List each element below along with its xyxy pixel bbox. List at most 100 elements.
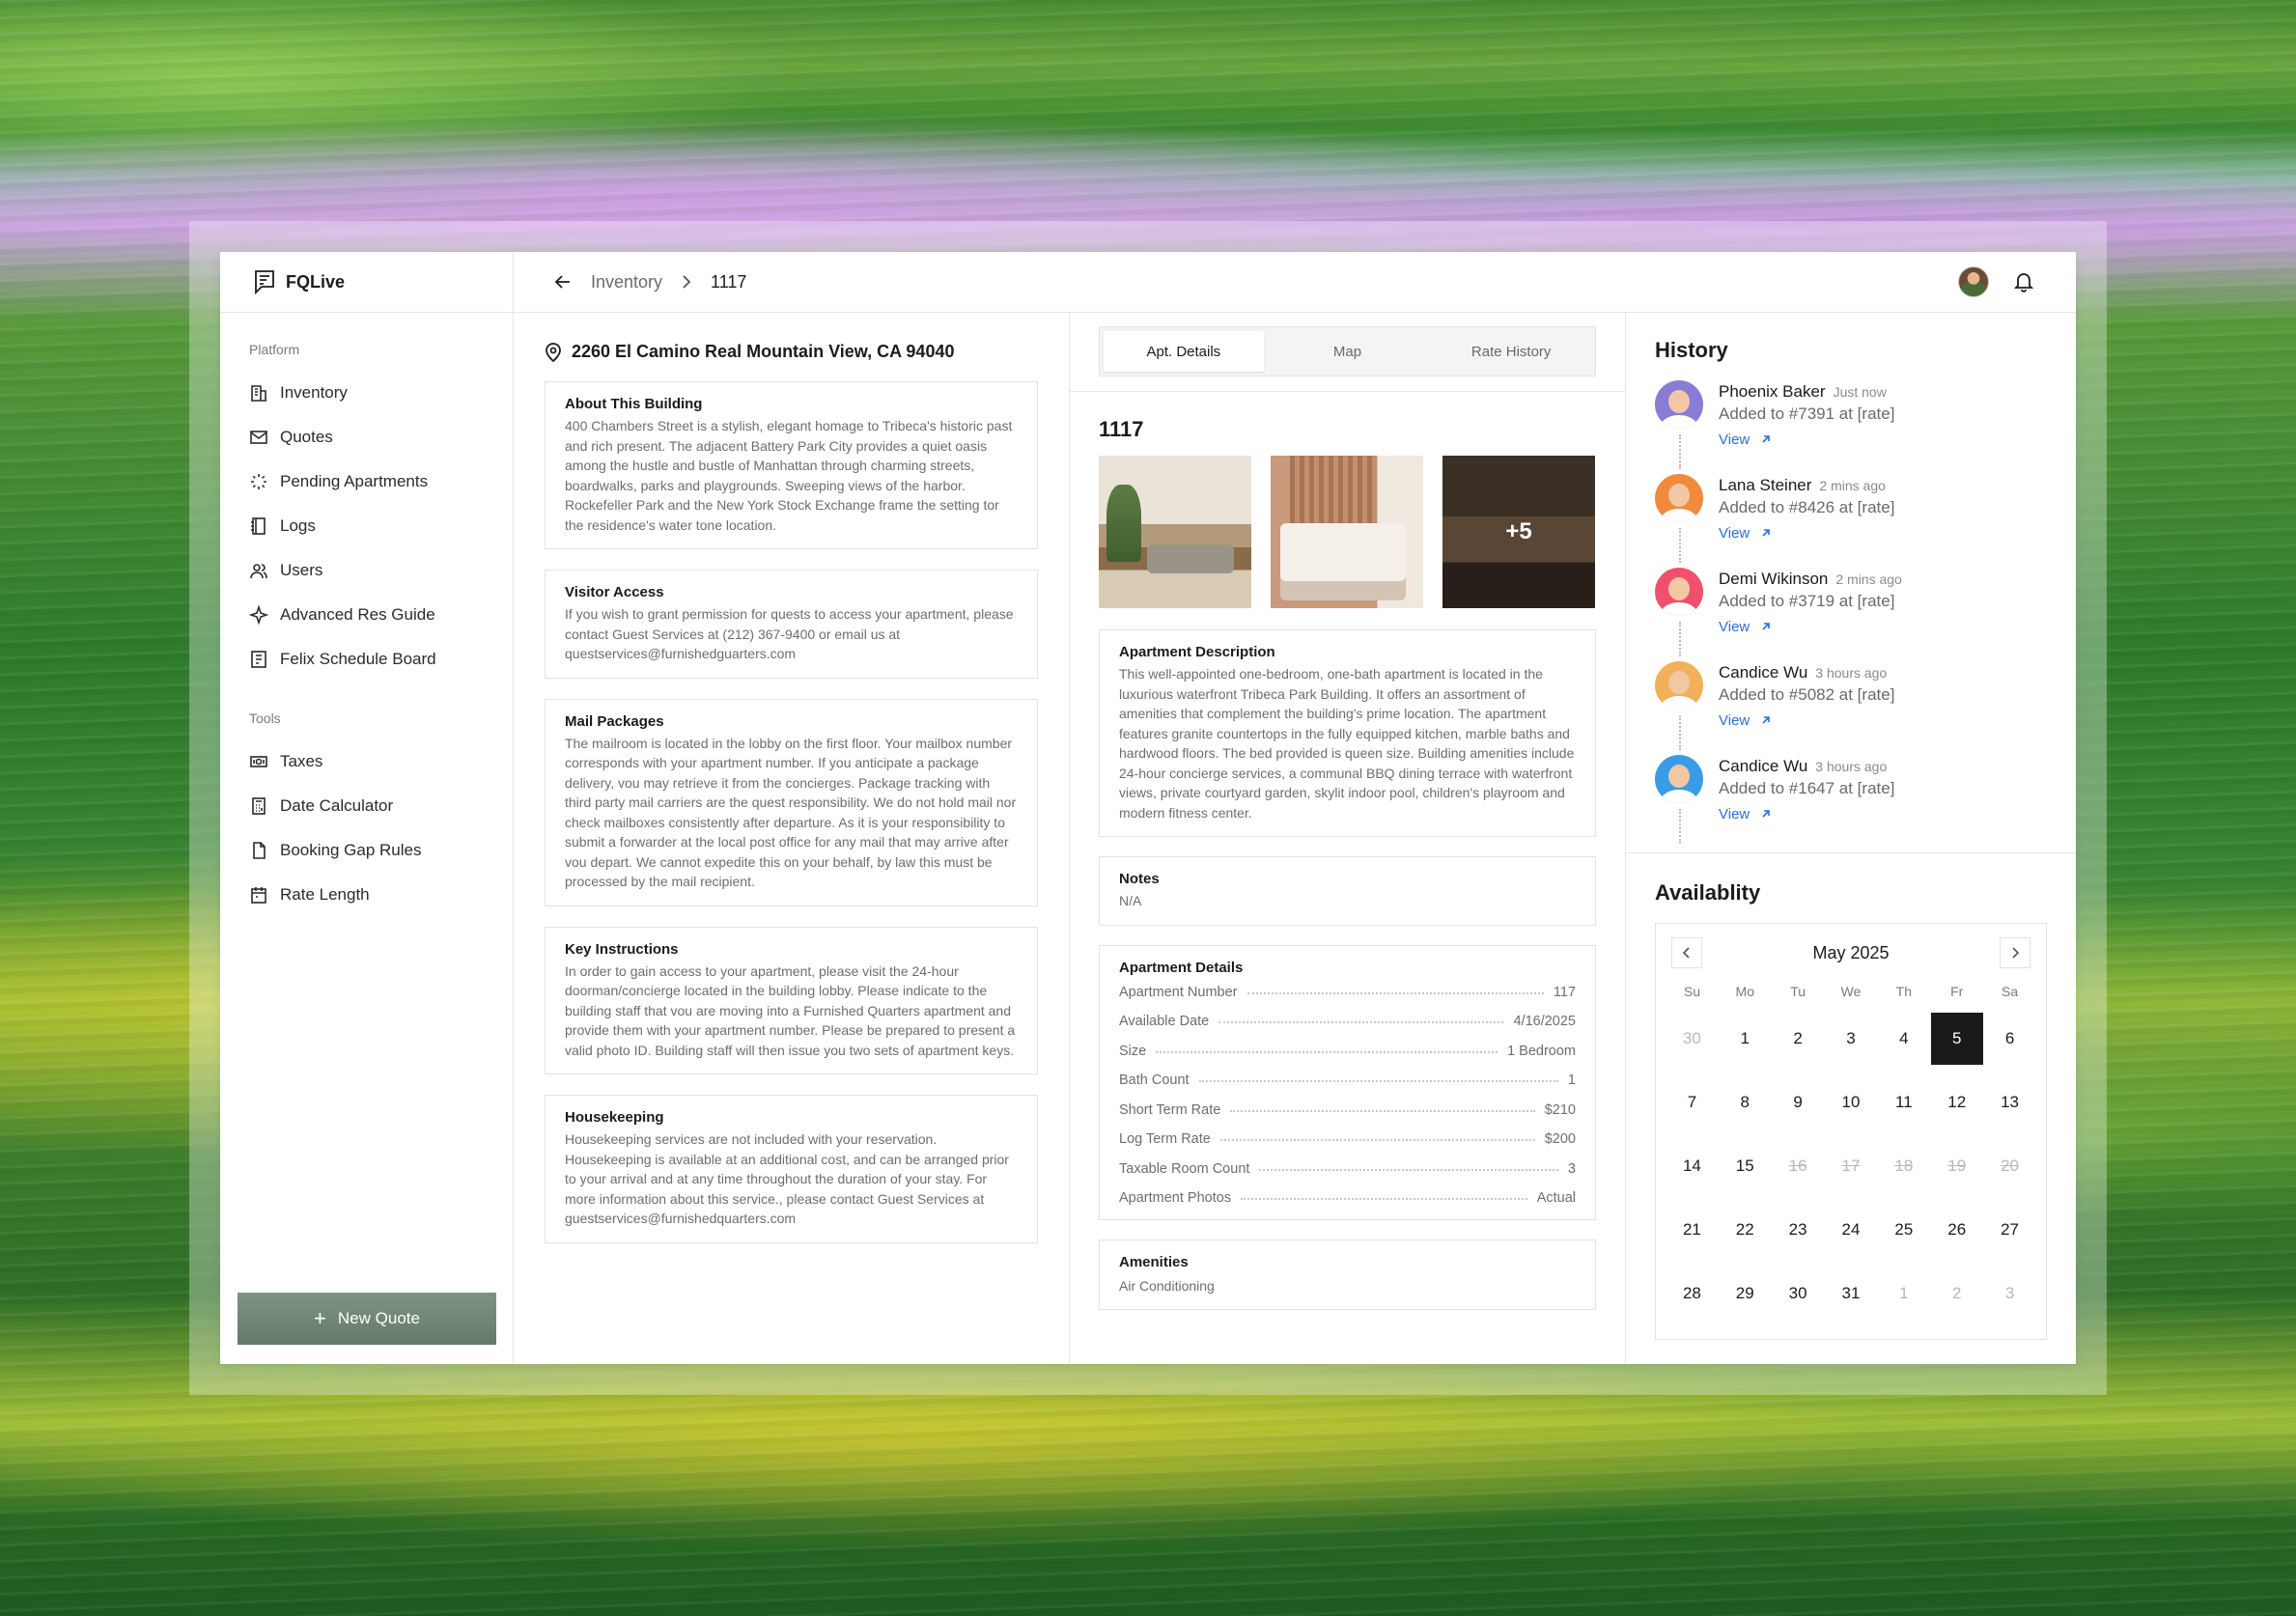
calendar-day[interactable]: 14 xyxy=(1666,1134,1719,1198)
calendar-day[interactable]: 2 xyxy=(1772,1007,1825,1071)
availability-title: Availablity xyxy=(1626,852,2076,923)
card-body: N/A xyxy=(1119,893,1142,908)
sidebar-item-users[interactable]: Users xyxy=(220,548,513,593)
card-title: Housekeeping xyxy=(565,1109,664,1126)
calendar-day[interactable]: 6 xyxy=(1983,1007,2036,1071)
calendar-day[interactable]: 13 xyxy=(1983,1071,2036,1134)
calendar-day[interactable]: 25 xyxy=(1877,1198,1930,1262)
calendar-day[interactable]: 31 xyxy=(1825,1262,1878,1325)
detail-value: 4/16/2025 xyxy=(1513,1014,1576,1030)
history-view-link[interactable]: View xyxy=(1719,712,1894,729)
day-number: 27 xyxy=(2001,1220,2020,1239)
calendar-day[interactable]: 21 xyxy=(1666,1198,1719,1262)
sidebar-item-quotes[interactable]: Quotes xyxy=(220,415,513,460)
history-action: Added to #3719 at [rate] xyxy=(1719,592,1895,610)
sidebar-item-booking-gap-rules[interactable]: Booking Gap Rules xyxy=(220,828,513,873)
day-number: 22 xyxy=(1735,1220,1754,1239)
calendar-day-selected[interactable]: 5 xyxy=(1930,1007,1983,1071)
arrow-up-right-icon xyxy=(1762,529,1771,537)
calendar-day[interactable]: 27 xyxy=(1983,1198,2036,1262)
sidebar-item-pending-apartments[interactable]: Pending Apartments xyxy=(220,460,513,504)
history-user-name: Candice Wu xyxy=(1719,663,1808,682)
calendar-day[interactable]: 10 xyxy=(1825,1071,1878,1134)
calendar-day[interactable]: 24 xyxy=(1825,1198,1878,1262)
next-month-button[interactable] xyxy=(2000,937,2030,968)
sidebar-item-date-calculator[interactable]: Date Calculator xyxy=(220,784,513,828)
history-user-name: Demi Wikinson xyxy=(1719,570,1829,588)
sidebar-item-inventory[interactable]: Inventory xyxy=(220,371,513,415)
calendar-day: 20 xyxy=(1983,1134,2036,1198)
calendar-day[interactable]: 1 xyxy=(1719,1007,1772,1071)
breadcrumb-current: 1117 xyxy=(711,271,747,292)
user-avatar[interactable] xyxy=(1958,266,1989,297)
view-label: View xyxy=(1719,806,1750,822)
calendar-icon xyxy=(251,887,266,904)
detail-value: 1 xyxy=(1567,1073,1576,1089)
calendar-day[interactable]: 12 xyxy=(1930,1071,1983,1134)
history-avatar xyxy=(1655,568,1703,616)
sidebar-item-logs[interactable]: Logs xyxy=(220,504,513,548)
calendar-day[interactable]: 26 xyxy=(1930,1198,1983,1262)
calendar-day[interactable]: 11 xyxy=(1877,1071,1930,1134)
bell-icon[interactable] xyxy=(2014,271,2033,293)
day-number: 1 xyxy=(1899,1284,1909,1302)
detail-row: Taxable Room Count 3 xyxy=(1119,1155,1576,1184)
sidebar-item-label: Advanced Res Guide xyxy=(280,605,435,624)
sidebar-item-label: Inventory xyxy=(280,383,348,402)
sidebar-item-advanced-res-guide[interactable]: Advanced Res Guide xyxy=(220,593,513,637)
detail-value: $200 xyxy=(1544,1131,1576,1148)
prev-month-button[interactable] xyxy=(1671,937,1702,968)
history-view-link[interactable]: View xyxy=(1719,432,1894,448)
back-arrow-icon[interactable] xyxy=(554,273,572,291)
calendar-day[interactable]: 23 xyxy=(1772,1198,1825,1262)
calendar-day[interactable]: 28 xyxy=(1666,1262,1719,1325)
calendar-day[interactable]: 30 xyxy=(1772,1262,1825,1325)
calendar-day[interactable]: 4 xyxy=(1877,1007,1930,1071)
amenities-card: Amenities Air Conditioning xyxy=(1099,1239,1596,1310)
day-number: 28 xyxy=(1682,1284,1701,1302)
tab-rate-history[interactable]: Rate History xyxy=(1431,331,1591,372)
card-title: Key Instructions xyxy=(565,940,679,958)
tab-map[interactable]: Map xyxy=(1268,331,1428,372)
weekday-label: Mo xyxy=(1735,984,1754,999)
sidebar-item-felix-schedule-board[interactable]: Felix Schedule Board xyxy=(220,637,513,682)
apartment-photo-bedroom[interactable] xyxy=(1271,456,1423,608)
day-number: 3 xyxy=(2004,1284,2015,1302)
sidebar-item-rate-length[interactable]: Rate Length xyxy=(220,873,513,917)
chevron-left-icon xyxy=(1683,947,1690,959)
calendar-day: 30 xyxy=(1666,1007,1719,1071)
arrow-up-right-icon xyxy=(1762,810,1771,818)
brand[interactable]: FQLive xyxy=(220,252,514,312)
history-user-name: Phoenix Baker xyxy=(1719,382,1826,401)
day-number: 17 xyxy=(1841,1156,1861,1175)
calendar-day[interactable]: 7 xyxy=(1666,1071,1719,1134)
sidebar-item-label: Booking Gap Rules xyxy=(280,841,422,859)
history-view-link[interactable]: View xyxy=(1719,806,1894,822)
day-number: 19 xyxy=(1947,1156,1967,1175)
calendar-day[interactable]: 8 xyxy=(1719,1071,1772,1134)
new-quote-button[interactable]: + New Quote xyxy=(238,1293,496,1345)
detail-label: Available Date xyxy=(1119,1014,1210,1030)
history-view-link[interactable]: View xyxy=(1719,619,1902,635)
history-view-link[interactable]: View xyxy=(1719,525,1894,542)
calendar-day[interactable]: 9 xyxy=(1772,1071,1825,1134)
calendar-day[interactable]: 15 xyxy=(1719,1134,1772,1198)
card-body: If you wish to grant permission for ques… xyxy=(565,606,1014,661)
breadcrumb-inventory[interactable]: Inventory xyxy=(591,272,662,293)
sidebar-item-taxes[interactable]: Taxes xyxy=(220,739,513,784)
day-number: 24 xyxy=(1841,1220,1861,1239)
history-user-name: Lana Steiner xyxy=(1719,476,1812,494)
day-number: 25 xyxy=(1894,1220,1914,1239)
tab-apt-details[interactable]: Apt. Details xyxy=(1104,331,1264,372)
day-number: 20 xyxy=(2001,1156,2020,1175)
weekday-label: Fr xyxy=(1950,984,1964,999)
apartment-photo-living-room[interactable] xyxy=(1099,456,1251,608)
card-title: Mail Packages xyxy=(565,712,664,730)
calendar-day[interactable]: 3 xyxy=(1825,1007,1878,1071)
card-title: Apartment Details xyxy=(1119,959,1244,976)
calendar-day[interactable]: 29 xyxy=(1719,1262,1772,1325)
history-avatar xyxy=(1655,380,1703,429)
card-title: About This Building xyxy=(565,396,703,412)
calendar-day[interactable]: 22 xyxy=(1719,1198,1772,1262)
apartment-photo-more[interactable]: +5 xyxy=(1442,456,1595,608)
